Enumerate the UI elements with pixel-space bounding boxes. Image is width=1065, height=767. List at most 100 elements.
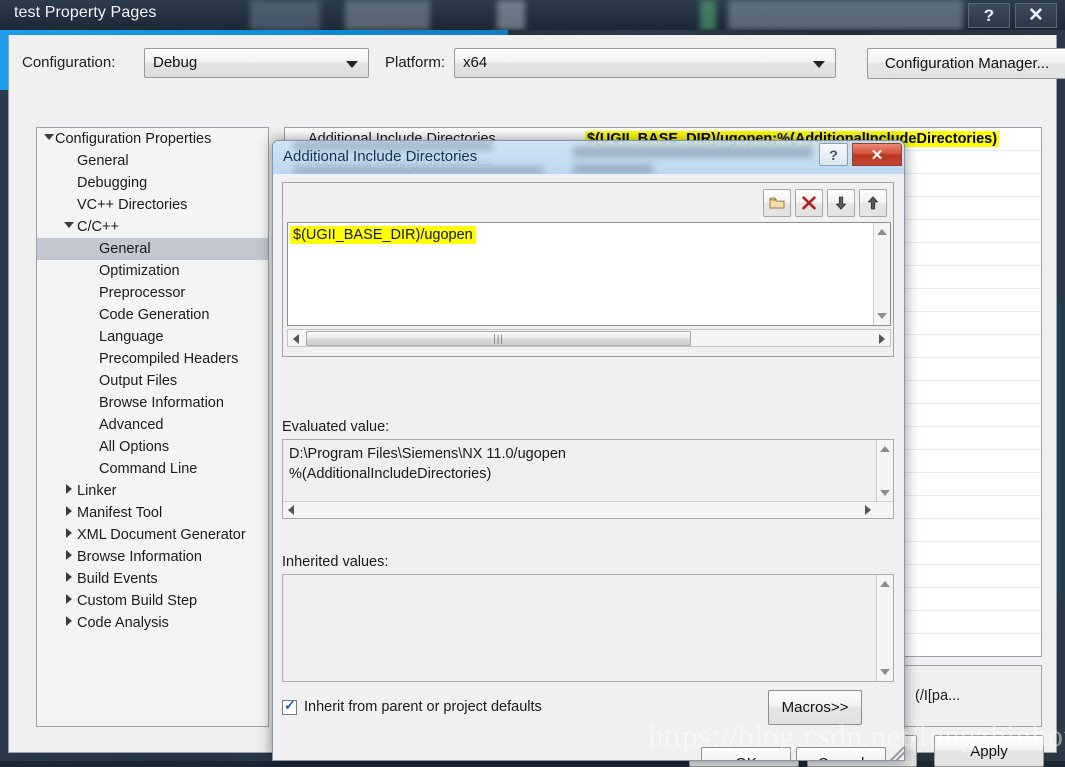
configuration-tree[interactable]: Configuration PropertiesGeneralDebugging… [36,127,269,727]
platform-dropdown[interactable]: x64 [454,48,836,78]
new-folder-button[interactable] [763,189,791,217]
list-vertical-scrollbar[interactable] [873,223,890,325]
scroll-up-icon[interactable] [880,446,890,452]
tree-item-custom-build-step[interactable]: Custom Build Step [37,590,268,612]
tree-item-command-line[interactable]: Command Line [37,458,268,480]
delete-button[interactable] [795,189,823,217]
dialog-ok-button[interactable]: OK [701,747,791,761]
scroll-right-icon[interactable] [865,505,871,515]
tree-item-label: Precompiled Headers [99,351,238,367]
scroll-up-icon[interactable] [877,229,887,235]
inherit-checkbox-label: Inherit from parent or project defaults [304,699,542,715]
dialog-glass-blob [573,164,653,174]
titlebar-backdrop-blob [250,0,320,30]
tree-item-label: Manifest Tool [77,505,162,521]
tree-item-label: Optimization [99,263,180,279]
tree-item-label: Preprocessor [99,285,185,301]
inherit-checkbox[interactable] [282,700,297,715]
tree-item-configuration-properties[interactable]: Configuration Properties [37,128,268,150]
list-horizontal-scrollbar[interactable]: ||| [287,329,891,347]
tree-item-label: Custom Build Step [77,593,197,609]
tree-item-c-c[interactable]: C/C++ [37,216,268,238]
scrollbar-thumb[interactable]: ||| [306,331,691,346]
move-up-button[interactable] [859,189,887,217]
tree-item-label: C/C++ [77,219,119,235]
tree-item-label: Output Files [99,373,177,389]
evaluated-vertical-scrollbar[interactable] [876,440,893,502]
dialog-title: Additional Include Directories [283,148,477,165]
directory-list-frame: $(UGII_BASE_DIR)/ugopen ||| [282,182,894,357]
scroll-down-icon[interactable] [877,313,887,319]
tree-item-language[interactable]: Language [37,326,268,348]
chevron-right-icon[interactable] [61,480,77,502]
twisty-glyph [64,222,74,228]
chevron-right-icon[interactable] [61,568,77,590]
evaluated-horizontal-scrollbar[interactable] [283,501,893,518]
directory-list[interactable]: $(UGII_BASE_DIR)/ugopen [287,222,891,326]
scroll-up-icon[interactable] [880,581,890,587]
tree-item-build-events[interactable]: Build Events [37,568,268,590]
configuration-toolbar: Configuration: Debug Platform: x64 Confi… [22,48,1042,80]
chevron-right-icon[interactable] [61,546,77,568]
apply-button[interactable]: Apply [934,735,1044,767]
tree-item-optimization[interactable]: Optimization [37,260,268,282]
tree-item-debugging[interactable]: Debugging [37,172,268,194]
dialog-help-button[interactable]: ? [819,143,848,166]
tree-item-code-generation[interactable]: Code Generation [37,304,268,326]
chevron-right-icon[interactable] [61,524,77,546]
twisty-glyph [66,616,72,626]
window-close-button[interactable]: ✕ [1015,3,1057,28]
chevron-down-icon[interactable] [61,216,77,238]
scroll-right-icon[interactable] [879,334,885,344]
scroll-down-icon[interactable] [880,669,890,675]
platform-label: Platform: [385,54,445,71]
tree-item-general[interactable]: General [37,238,268,260]
twisty-glyph [66,506,72,516]
tree-item-manifest-tool[interactable]: Manifest Tool [37,502,268,524]
tree-item-advanced[interactable]: Advanced [37,414,268,436]
inherited-vertical-scrollbar[interactable] [876,575,893,681]
tree-item-general[interactable]: General [37,150,268,172]
list-toolbar [763,189,887,217]
tree-item-linker[interactable]: Linker [37,480,268,502]
chevron-right-icon[interactable] [61,612,77,634]
chevron-right-icon[interactable] [61,502,77,524]
window-title-bar: test Property Pages ? ✕ [0,0,1065,30]
tree-item-preprocessor[interactable]: Preprocessor [37,282,268,304]
tree-item-xml-document-generator[interactable]: XML Document Generator [37,524,268,546]
chevron-down-icon[interactable] [41,128,57,150]
tree-item-code-analysis[interactable]: Code Analysis [37,612,268,634]
inherit-checkbox-row[interactable]: Inherit from parent or project defaults [282,699,542,715]
macros-button[interactable]: Macros>> [768,690,862,725]
additional-include-directories-dialog: Additional Include Directories ? ✕ [272,140,905,761]
window-title: test Property Pages [14,4,156,22]
tree-item-browse-information[interactable]: Browse Information [37,546,268,568]
tree-item-precompiled-headers[interactable]: Precompiled Headers [37,348,268,370]
scroll-down-icon[interactable] [880,490,890,496]
titlebar-backdrop-blob [497,0,525,30]
dialog-resize-grip[interactable] [890,747,904,761]
dialog-cancel-button[interactable]: Cancel [796,747,886,761]
tree-item-all-options[interactable]: All Options [37,436,268,458]
tree-item-label: Build Events [77,571,158,587]
configuration-dropdown[interactable]: Debug [144,48,369,78]
move-down-button[interactable] [827,189,855,217]
scroll-left-icon[interactable] [293,334,299,344]
twisty-glyph [66,484,72,494]
inherited-values-label: Inherited values: [282,554,388,570]
tree-item-vc-directories[interactable]: VC++ Directories [37,194,268,216]
twisty-glyph [66,528,72,538]
tree-item-output-files[interactable]: Output Files [37,370,268,392]
window-help-button[interactable]: ? [968,3,1010,28]
dialog-close-button[interactable]: ✕ [852,143,902,166]
dialog-body: $(UGII_BASE_DIR)/ugopen ||| Evaluated va… [273,174,905,761]
chevron-right-icon[interactable] [61,590,77,612]
configuration-manager-button[interactable]: Configuration Manager... [867,48,1065,79]
tree-item-label: Command Line [99,461,197,477]
scroll-left-icon[interactable] [288,505,294,515]
titlebar-backdrop-blob [700,0,716,30]
list-item[interactable]: $(UGII_BASE_DIR)/ugopen [290,226,476,244]
configuration-label: Configuration: [22,54,115,71]
tree-item-browse-information[interactable]: Browse Information [37,392,268,414]
tree-item-label: VC++ Directories [77,197,187,213]
